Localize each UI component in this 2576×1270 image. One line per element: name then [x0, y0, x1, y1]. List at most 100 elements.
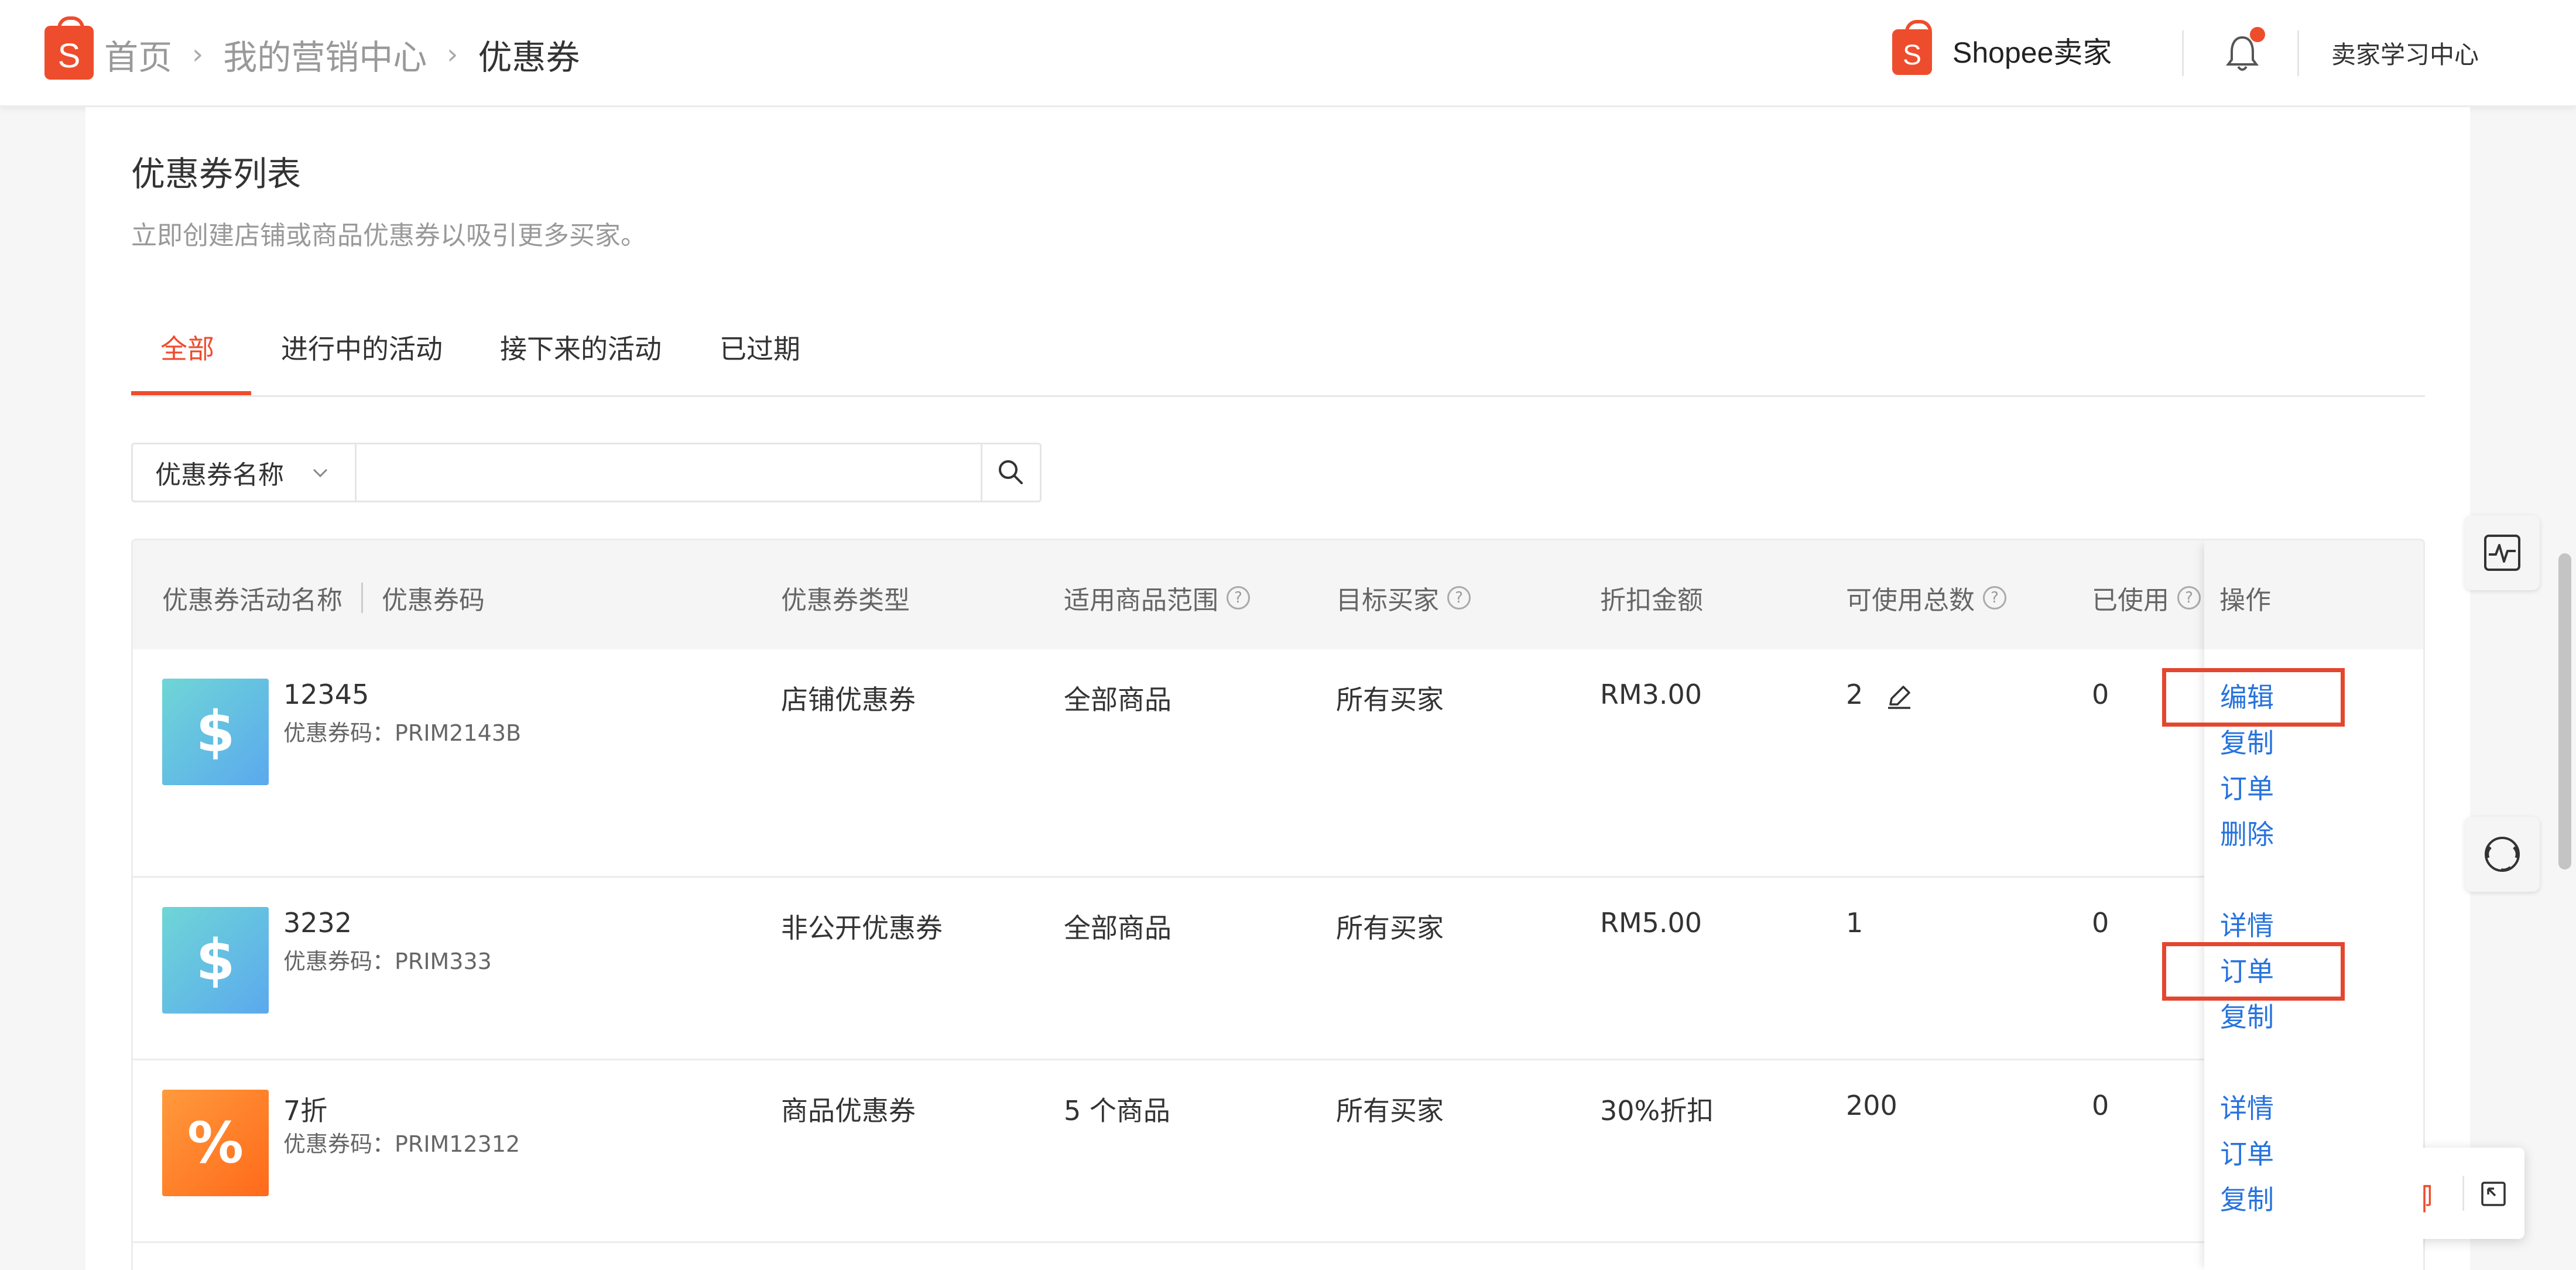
tab-label: 接下来的活动 [500, 333, 662, 365]
header-scope: 适用商品范围 ? [1064, 579, 1250, 617]
header-discount: 折扣金额 [1600, 579, 1703, 617]
voucher-scope: 全部商品 [1064, 684, 1171, 716]
tab-label: 全部 [160, 333, 214, 365]
tab-expired[interactable]: 已过期 [720, 328, 800, 397]
breadcrumb-marketing-center[interactable]: 我的营销中心 [223, 30, 427, 79]
header-total-label: 可使用总数 [1846, 586, 1975, 615]
brand-name[interactable]: Shopee卖家 [1952, 29, 2112, 71]
active-tab-indicator [131, 391, 251, 395]
search-field-selected: 优惠券名称 [155, 460, 284, 490]
voucher-name: 12345 [283, 679, 369, 710]
header-type-label: 优惠券类型 [781, 586, 910, 615]
expand-icon[interactable] [2478, 1178, 2509, 1210]
table-row: $ 3232 优惠券码：PRIM333 非公开优惠券 全部商品 所有买家 RM5… [133, 878, 2423, 1060]
help-circle-icon[interactable]: ? [1227, 586, 1250, 610]
voucher-table: 优惠券活动名称 优惠券码 优惠券类型 适用商品范围 ? 目标买家 ? 折扣金额 可… [131, 539, 2425, 1270]
voucher-code: 优惠券码：PRIM12312 [283, 1131, 520, 1157]
table-row: % 7折 优惠券码：PRIM12312 商品优惠券 5 个商品 所有买家 30%… [133, 1060, 2423, 1243]
actions-header: 操作 [2204, 540, 2423, 649]
voucher-code: 优惠券码：PRIM333 [283, 949, 492, 974]
voucher-used: 0 [2092, 907, 2109, 939]
voucher-total: 200 [1846, 1090, 1897, 1121]
breadcrumb: 首页 › 我的营销中心 › 优惠券 [104, 28, 580, 81]
voucher-discount: 30%折扣 [1600, 1095, 1714, 1127]
details-link[interactable]: 详情 [2220, 905, 2274, 943]
highlight-box [2162, 942, 2345, 1001]
table-header: 优惠券活动名称 优惠券码 优惠券类型 适用商品范围 ? 目标买家 ? 折扣金额 可… [133, 540, 2423, 649]
seller-learning-center-link[interactable]: 卖家学习中心 [2331, 35, 2479, 71]
header-used-label: 已使用 [2092, 586, 2169, 615]
orders-link[interactable]: 订单 [2220, 1133, 2274, 1172]
header-total: 可使用总数 ? [1846, 579, 2006, 617]
tab-label: 已过期 [720, 333, 800, 365]
orders-link[interactable]: 订单 [2220, 768, 2274, 806]
help-circle-icon[interactable]: ? [1447, 586, 1471, 610]
voucher-used: 0 [2092, 679, 2109, 710]
actions-header-label: 操作 [2219, 586, 2271, 615]
tab-upcoming[interactable]: 接下来的活动 [500, 328, 662, 397]
page-scrollbar[interactable] [2558, 553, 2571, 870]
percent-icon: % [162, 1090, 269, 1196]
voucher-scope: 全部商品 [1064, 912, 1171, 944]
copy-link[interactable]: 复制 [2220, 722, 2274, 761]
divider [2297, 30, 2299, 76]
voucher-scope: 5 个商品 [1064, 1095, 1170, 1127]
delete-link[interactable]: 删除 [2220, 813, 2274, 852]
copy-link[interactable]: 复制 [2220, 1179, 2274, 1217]
voucher-type: 非公开优惠券 [781, 912, 943, 944]
dollar-icon: $ [162, 679, 269, 785]
actions-column: 操作 编辑 复制 订单 删除 详情 订单 复制 详情 订单 复制 [2162, 540, 2423, 1270]
analytics-float-button[interactable] [2465, 515, 2540, 590]
top-navigation-bar: S 首页 › 我的营销中心 › 优惠券 S Shopee卖家 卖家学习中心 [0, 0, 2576, 107]
voucher-code: 优惠券码：PRIM2143B [283, 720, 522, 746]
help-circle-icon[interactable]: ? [2177, 586, 2201, 610]
chevron-right-icon: › [192, 38, 204, 71]
voucher-total-value: 2 [1846, 679, 1864, 710]
search-input[interactable] [355, 443, 982, 502]
search-icon [999, 460, 1023, 484]
headset-icon [2485, 837, 2520, 872]
voucher-audience: 所有买家 [1336, 912, 1444, 944]
tab-ongoing[interactable]: 进行中的活动 [281, 328, 443, 397]
voucher-audience: 所有买家 [1336, 684, 1444, 716]
table-row: $ 12345 优惠券码：PRIM2143B 店铺优惠券 全部商品 所有买家 R… [133, 649, 2423, 878]
header-code: 优惠券码 [382, 586, 485, 615]
shopee-seller-logo-icon: S [1892, 20, 1932, 75]
voucher-discount: RM3.00 [1600, 679, 1703, 710]
dollar-icon: $ [162, 907, 269, 1014]
search-field-select[interactable]: 优惠券名称 [131, 443, 355, 502]
header-used: 已使用 ? [2092, 579, 2201, 617]
thumb-symbol: $ [196, 699, 235, 765]
edit-pencil-icon[interactable] [1885, 682, 1914, 711]
page-subtitle: 立即创建店铺或商品优惠券以吸引更多买家。 [131, 221, 646, 251]
pulse-chart-icon [2484, 535, 2520, 571]
highlight-box [2162, 668, 2345, 727]
copy-link[interactable]: 复制 [2220, 996, 2274, 1035]
voucher-name: 7折 [283, 1095, 328, 1127]
chevron-down-icon [313, 468, 328, 478]
tab-all[interactable]: 全部 [160, 328, 214, 397]
search-button[interactable] [981, 443, 1042, 502]
shopee-logo-icon[interactable]: S [44, 16, 94, 80]
breadcrumb-home[interactable]: 首页 [104, 30, 172, 79]
chevron-right-icon: › [447, 38, 458, 71]
thumb-symbol: $ [196, 927, 235, 993]
voucher-name: 3232 [283, 907, 352, 939]
divider [2182, 30, 2184, 76]
header-discount-label: 折扣金额 [1600, 586, 1703, 615]
notification-dot [2250, 27, 2265, 42]
voucher-total: 1 [1846, 907, 1864, 939]
help-circle-icon[interactable]: ? [1983, 586, 2006, 610]
header-name-code: 优惠券活动名称 优惠券码 [162, 579, 485, 617]
breadcrumb-vouchers: 优惠券 [478, 37, 580, 77]
voucher-used: 0 [2092, 1090, 2109, 1121]
details-link[interactable]: 详情 [2220, 1087, 2274, 1126]
page-title: 优惠券列表 [131, 154, 302, 194]
voucher-total: 2 [1846, 679, 1914, 711]
header-scope-label: 适用商品范围 [1064, 586, 1218, 615]
divider [2462, 1176, 2464, 1211]
thumb-symbol: % [187, 1110, 244, 1176]
voucher-audience: 所有买家 [1336, 1095, 1444, 1127]
support-float-button[interactable] [2465, 817, 2540, 892]
voucher-type: 店铺优惠券 [781, 684, 916, 716]
